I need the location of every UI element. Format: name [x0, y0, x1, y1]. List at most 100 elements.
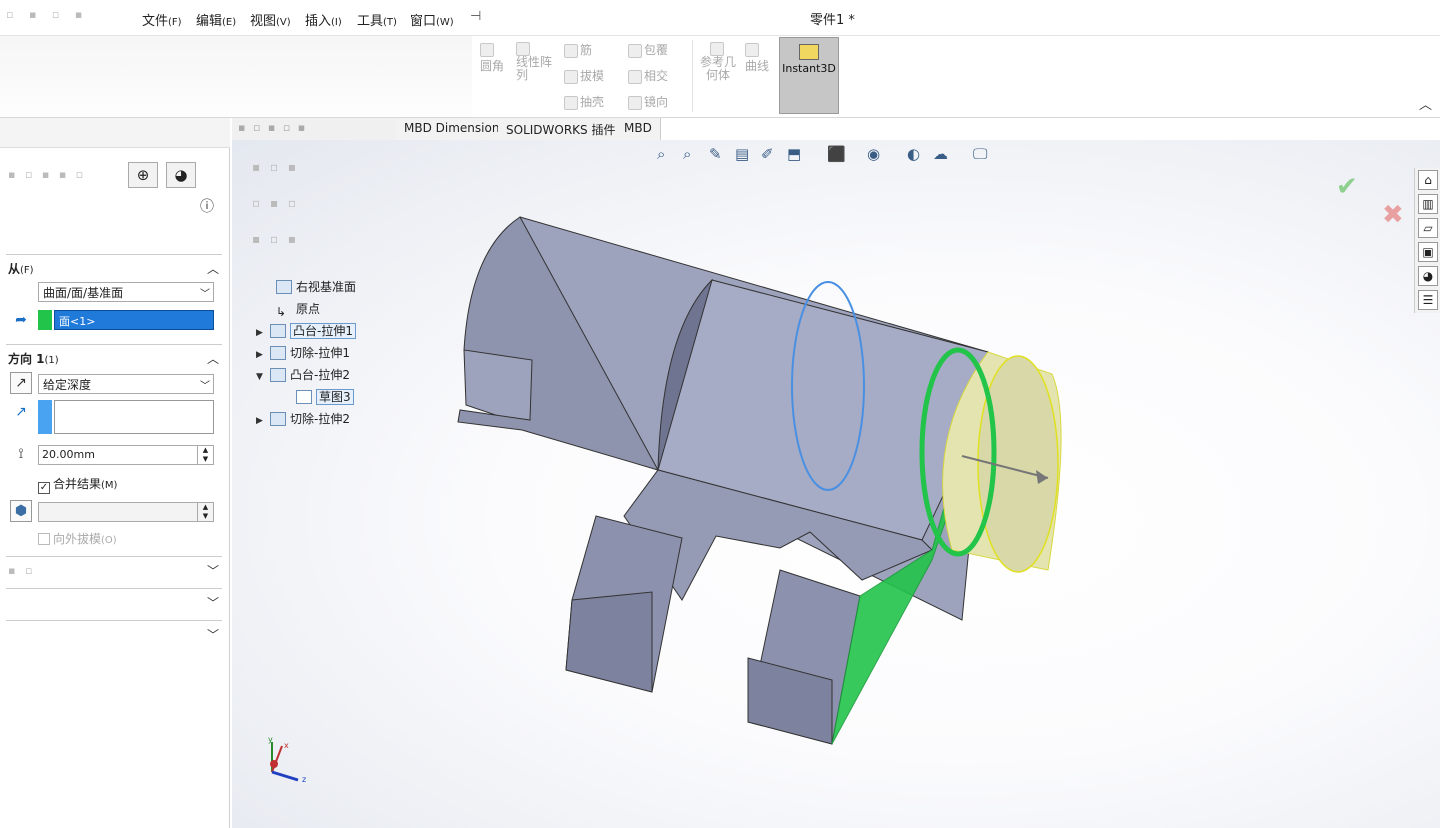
extrude-icon: [270, 368, 286, 382]
face-selection-icon: ➦: [15, 312, 27, 328]
collapse-ribbon-icon[interactable]: ︿: [1419, 94, 1432, 113]
draft-button[interactable]: 拔模: [564, 67, 604, 84]
dynamic-annotation-icon[interactable]: ✐: [761, 145, 774, 163]
expand-selected-contours-icon[interactable]: ﹀: [207, 626, 219, 643]
tree-item-cut-extrude1[interactable]: ▶ 切除-拉伸1: [256, 344, 350, 364]
from-selection-list[interactable]: 面<1>: [38, 310, 214, 330]
menu-file[interactable]: 文件(F): [142, 10, 182, 29]
section-view-icon[interactable]: ▤: [735, 145, 749, 163]
expand-thin-feature-icon[interactable]: ﹀: [207, 594, 219, 611]
direction1-section-title: 方向 1(1): [8, 352, 59, 366]
selection-color-swatch: [38, 310, 52, 330]
fillet-button[interactable]: 圆角: [480, 42, 504, 74]
depth-input[interactable]: 20.00mm ▲ ▼: [38, 445, 214, 465]
cut-extrude-icon: [270, 412, 286, 426]
tab-solidworks-addins[interactable]: SOLIDWORKS 插件: [498, 118, 625, 140]
instant3d-button[interactable]: Instant3D: [779, 37, 839, 114]
apply-scene-icon[interactable]: ☁: [933, 145, 948, 163]
spin-arrows-icon[interactable]: ▲ ▼: [197, 503, 213, 521]
selection-item[interactable]: 面<1>: [54, 310, 214, 330]
pin-icon[interactable]: ⊣: [470, 9, 481, 24]
fillet-icon: [480, 42, 494, 57]
menu-edit[interactable]: 编辑(E): [196, 10, 236, 29]
wrap-icon: [628, 43, 642, 58]
divider: [6, 344, 222, 345]
rib-button[interactable]: 筋: [564, 41, 592, 58]
tab-mbd[interactable]: MBD: [616, 118, 661, 140]
checkbox-box: [38, 533, 50, 545]
edit-appearance-icon[interactable]: ◐: [907, 145, 920, 163]
sketch-icon: [296, 390, 312, 404]
curves-icon: [745, 42, 759, 57]
design-library-icon[interactable]: ▥: [1418, 194, 1438, 214]
direction-selection-box[interactable]: [54, 400, 214, 434]
collapse-direction1-icon[interactable]: ︿: [207, 350, 219, 367]
reverse-direction-icon[interactable]: ↗: [10, 372, 32, 394]
from-type-select[interactable]: 曲面/面/基准面 ﹀: [38, 282, 214, 302]
task-pane: ⌂ ▥ ▱ ▣ ◕ ☰: [1414, 168, 1440, 313]
previous-view-icon[interactable]: ✎: [709, 145, 722, 163]
graphics-area[interactable]: ▪ ▫ ▪ ▫ ▪ ▫ ▪ ▫ ▪ 右视基准面 ↳ 原点 ▶ 凸台-拉伸1 ▶ 切除-…: [232, 140, 1440, 828]
curves-button[interactable]: 曲线: [745, 42, 769, 74]
document-title: 零件1 *: [810, 13, 855, 28]
from-section-title: 从(F): [8, 262, 34, 276]
tree-item-sketch3[interactable]: 草图3: [296, 388, 354, 408]
end-condition-select[interactable]: 给定深度 ﹀: [38, 374, 214, 394]
tree-item-cut-extrude2[interactable]: ▶ 切除-拉伸2: [256, 410, 350, 430]
home-icon[interactable]: ⌂: [1418, 170, 1438, 190]
zoom-to-fit-icon[interactable]: ⌕: [657, 145, 665, 163]
help-icon[interactable]: ⓘ: [200, 196, 214, 216]
cut-extrude-icon: [270, 346, 286, 360]
appearance-icon[interactable]: ◕: [166, 162, 196, 188]
merge-result-checkbox[interactable]: ✓ 合并结果(M): [38, 475, 117, 494]
tree-item-blurred: ▪ ▫ ▪: [252, 160, 300, 174]
command-tabs: ▪ ▫ ▪ ▫ ▪ MBD Dimensions SOLIDWORKS 插件 M…: [232, 118, 1440, 140]
expand-direction2-icon[interactable]: ﹀: [207, 562, 219, 579]
view-palette-icon[interactable]: ▣: [1418, 242, 1438, 262]
tree-item-origin[interactable]: ↳ 原点: [276, 300, 320, 320]
tree-item-boss-extrude1[interactable]: ▶ 凸台-拉伸1: [256, 322, 356, 342]
view-orientation-icon[interactable]: ⬒: [787, 145, 801, 163]
linear-pattern-button[interactable]: 线性阵列: [516, 42, 560, 82]
shell-icon: [564, 95, 578, 110]
tree-item-right-plane[interactable]: 右视基准面: [276, 278, 356, 298]
menu-tools[interactable]: 工具(T): [357, 10, 397, 29]
wrap-button[interactable]: 包覆: [628, 41, 668, 58]
confirm-check-icon[interactable]: ✔: [1336, 172, 1358, 202]
menu-window[interactable]: 窗口(W): [410, 10, 454, 29]
draft-icon: [564, 69, 578, 84]
draft-angle-input[interactable]: ▲ ▼: [38, 502, 214, 522]
chevron-down-icon: ﹀: [200, 381, 210, 392]
tree-item-boss-extrude2[interactable]: ▼ 凸台-拉伸2: [256, 366, 350, 386]
origin-icon: ↳: [276, 305, 287, 319]
reference-geometry-button[interactable]: 参考几何体: [696, 42, 740, 82]
tab-mbd-dimensions[interactable]: MBD Dimensions: [396, 118, 515, 140]
triad-z-label: z: [302, 775, 306, 784]
custom-properties-icon[interactable]: ☰: [1418, 290, 1438, 310]
pm-title-blurred: ▪ ▫ ▪ ▪ ▫: [8, 168, 87, 181]
intersect-button[interactable]: 相交: [628, 67, 668, 84]
shell-button[interactable]: 抽壳: [564, 93, 604, 110]
draft-toggle-icon[interactable]: ⬢: [10, 500, 32, 522]
divider: [6, 588, 222, 589]
menu-insert[interactable]: 插入(I): [305, 10, 342, 29]
property-manager: ▪ ▫ ▪ ▪ ▫ ⊕ ◕ ⓘ 从(F) ︿ 曲面/面/基准面 ﹀ ➦ 面<1> …: [0, 118, 230, 828]
app-logo-blurred: ▫ ▪ ▫ ▪: [6, 8, 89, 21]
cancel-x-icon[interactable]: ✖: [1382, 200, 1404, 230]
file-explorer-icon[interactable]: ▱: [1418, 218, 1438, 238]
menu-view[interactable]: 视图(V): [250, 10, 291, 29]
collapse-from-icon[interactable]: ︿: [207, 260, 219, 277]
tree-item-blurred: ▫ ▪ ▫: [252, 196, 300, 210]
plane-icon: [276, 280, 292, 294]
view-settings-icon[interactable]: 🖵: [973, 145, 987, 163]
dim-xpert-icon[interactable]: ⊕: [128, 162, 158, 188]
reference-geometry-icon: [710, 42, 724, 56]
draft-outward-checkbox[interactable]: 向外拔模(O): [38, 530, 117, 547]
direction2-title-blurred: ▪ ▫: [8, 564, 36, 577]
appearances-icon[interactable]: ◕: [1418, 266, 1438, 286]
spin-arrows-icon[interactable]: ▲ ▼: [197, 446, 213, 464]
zoom-to-area-icon[interactable]: ⌕: [683, 145, 691, 163]
display-style-icon[interactable]: ⬛: [827, 145, 846, 163]
hide-show-items-icon[interactable]: ◉: [867, 145, 880, 163]
mirror-button[interactable]: 镜向: [628, 93, 668, 110]
